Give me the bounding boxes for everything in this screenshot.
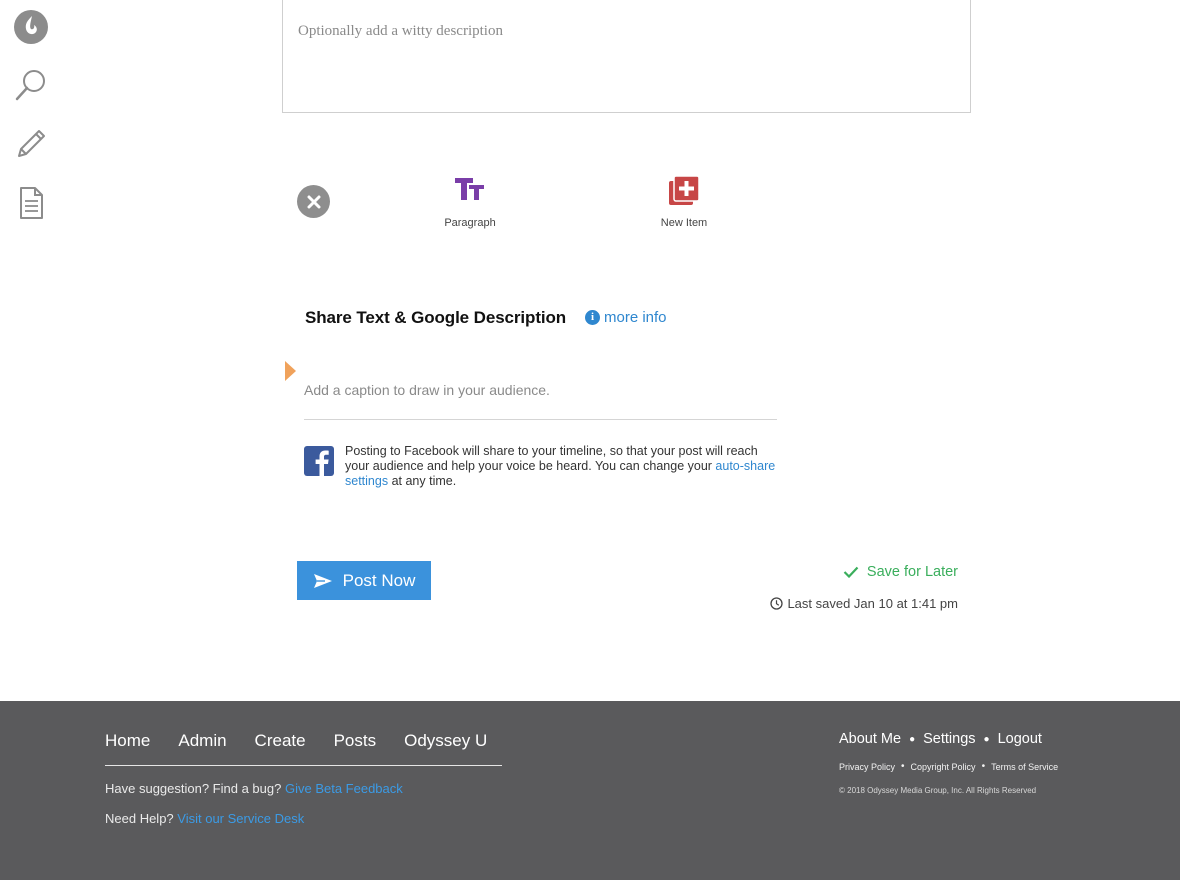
footer-divider bbox=[105, 765, 502, 766]
share-section-title: Share Text & Google Description bbox=[305, 308, 567, 327]
add-item-icon bbox=[669, 175, 700, 205]
footer-account: About Me ● Settings ● Logout Privacy Pol… bbox=[839, 731, 1058, 795]
send-icon bbox=[313, 573, 332, 588]
copyright-text: © 2018 Odyssey Media Group, Inc. All Rig… bbox=[839, 786, 1037, 795]
post-now-label: Post Now bbox=[342, 570, 416, 590]
left-rail bbox=[0, 0, 62, 700]
site-footer: Home Admin Create Posts Odyssey U Have s… bbox=[0, 701, 1180, 880]
search-button[interactable] bbox=[12, 66, 50, 104]
facebook-note-text: Posting to Facebook will share to your t… bbox=[345, 444, 758, 473]
clock-icon bbox=[770, 597, 784, 610]
save-for-later-label: Save for Later bbox=[866, 564, 958, 580]
post-now-button[interactable]: Post Now bbox=[297, 561, 431, 600]
settings-link[interactable]: Settings bbox=[923, 731, 975, 747]
search-icon bbox=[15, 70, 45, 101]
document-icon bbox=[20, 187, 43, 219]
help-line: Need Help? Visit our Service Desk bbox=[105, 811, 304, 826]
beta-feedback-link[interactable]: Give Beta Feedback bbox=[285, 781, 403, 796]
footer-link-admin[interactable]: Admin bbox=[178, 731, 226, 751]
footer-link-posts[interactable]: Posts bbox=[334, 731, 377, 751]
more-info-label: more info bbox=[604, 309, 667, 326]
text-size-icon bbox=[455, 178, 484, 200]
odyssey-flame-logo-icon bbox=[14, 10, 48, 44]
posts-button[interactable] bbox=[12, 184, 50, 222]
help-text: Need Help? bbox=[105, 811, 174, 826]
separator-dot: • bbox=[981, 761, 986, 772]
service-desk-link[interactable]: Visit our Service Desk bbox=[177, 811, 304, 826]
info-icon: i bbox=[585, 310, 600, 325]
caption-pointer-icon bbox=[285, 361, 296, 381]
separator-dot: ● bbox=[909, 733, 916, 745]
footer-link-create[interactable]: Create bbox=[255, 731, 306, 751]
caption-input[interactable] bbox=[304, 360, 777, 420]
add-new-item-button[interactable]: New Item bbox=[644, 174, 724, 229]
odyssey-logo-button[interactable] bbox=[12, 8, 50, 46]
footer-link-odyssey-u[interactable]: Odyssey U bbox=[404, 731, 487, 751]
close-add-item-button[interactable] bbox=[297, 185, 330, 218]
feedback-text: Have suggestion? Find a bug? bbox=[105, 781, 282, 796]
footer-nav: Home Admin Create Posts Odyssey U bbox=[105, 731, 487, 751]
pencil-icon bbox=[18, 130, 45, 157]
create-button[interactable] bbox=[12, 125, 50, 163]
separator-dot: ● bbox=[983, 733, 990, 745]
more-info-link[interactable]: i more info bbox=[585, 309, 667, 326]
last-saved-text: Last saved Jan 10 at 1:41 pm bbox=[787, 596, 958, 611]
facebook-icon bbox=[304, 446, 334, 476]
add-paragraph-button[interactable]: Paragraph bbox=[430, 174, 510, 229]
copyright-policy-link[interactable]: Copyright Policy bbox=[911, 762, 976, 772]
new-item-label: New Item bbox=[660, 217, 708, 229]
save-for-later-button[interactable]: Save for Later bbox=[843, 564, 958, 580]
checkmark-icon bbox=[843, 566, 859, 578]
about-me-link[interactable]: About Me bbox=[839, 731, 901, 747]
facebook-share-note: Posting to Facebook will share to your t… bbox=[345, 444, 785, 489]
description-box bbox=[282, 0, 971, 113]
feedback-line: Have suggestion? Find a bug? Give Beta F… bbox=[105, 781, 403, 796]
facebook-note-suffix: at any time. bbox=[391, 474, 457, 488]
privacy-policy-link[interactable]: Privacy Policy bbox=[839, 762, 895, 772]
separator-dot: • bbox=[901, 761, 905, 772]
description-input[interactable] bbox=[298, 23, 938, 83]
paragraph-label: Paragraph bbox=[444, 217, 496, 229]
logout-link[interactable]: Logout bbox=[998, 731, 1042, 747]
terms-of-service-link[interactable]: Terms of Service bbox=[991, 762, 1058, 772]
last-saved-status: Last saved Jan 10 at 1:41 pm bbox=[770, 596, 958, 611]
close-icon bbox=[307, 195, 320, 208]
footer-link-home[interactable]: Home bbox=[105, 731, 150, 751]
